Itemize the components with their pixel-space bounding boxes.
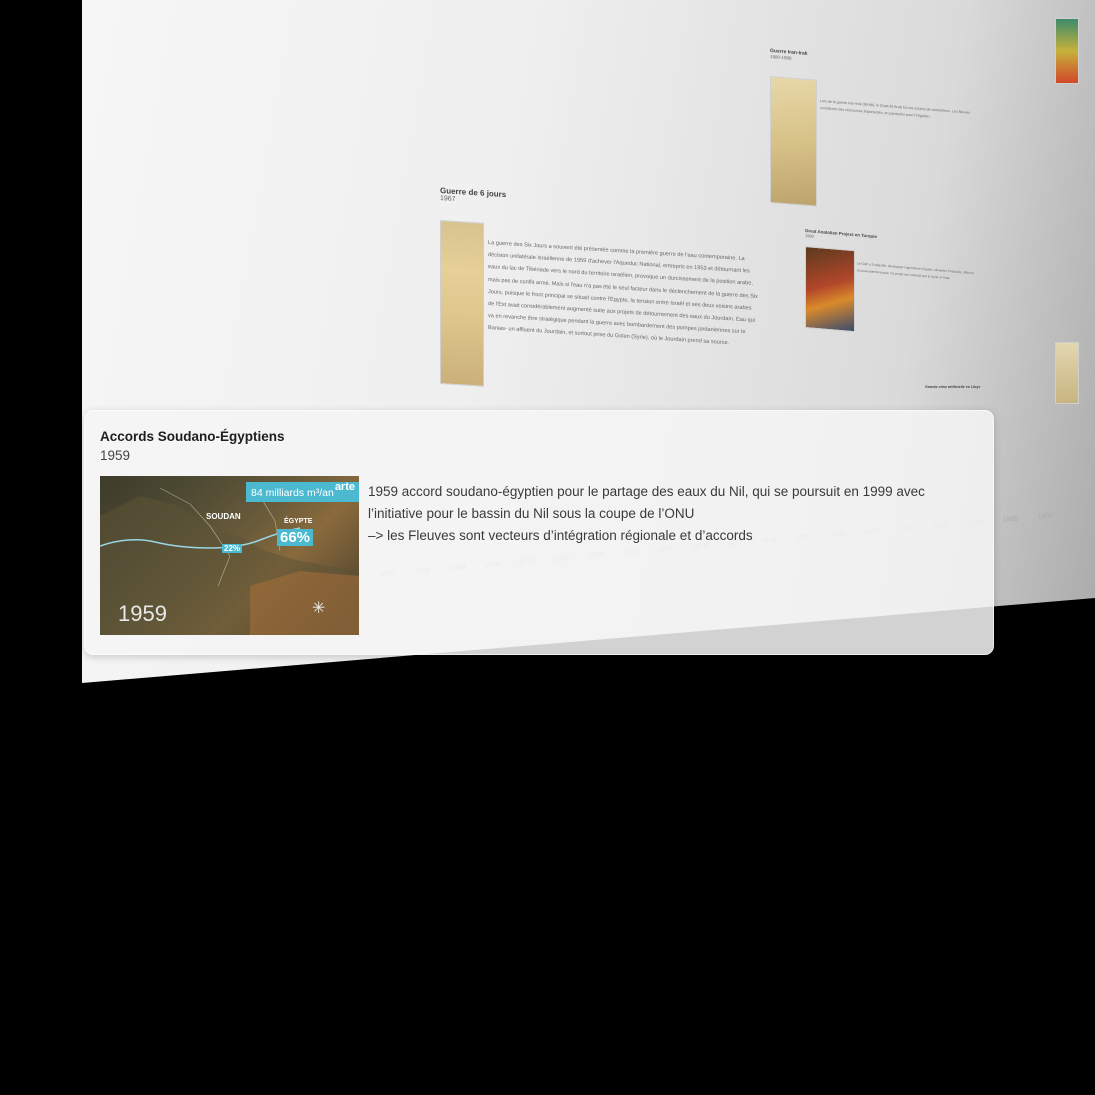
arte-logo: arte — [334, 481, 355, 493]
description-line: 1959 accord soudano-égyptien pour le par… — [368, 484, 925, 499]
event-card-iran-iraq-war[interactable]: Guerre Iran-Irak 1980-1988 Lors de la gu… — [770, 48, 990, 207]
event-title: Grande crise artificielle en Libye — [925, 385, 981, 389]
event-map-thumbnail[interactable] — [440, 220, 484, 387]
event-detail-popup[interactable]: Accords Soudano-Égyptiens 1959 84 millia… — [84, 410, 994, 655]
popup-date: 1959 — [100, 448, 131, 463]
event-description: Lors de la guerre Iran-Irak (80-88), le … — [820, 98, 971, 119]
event-card-gap-turkey[interactable]: Great Anatolian Project en Turquie 1983 … — [805, 228, 975, 333]
popup-title: Accords Soudano-Égyptiens — [100, 429, 285, 444]
event-map-thumbnail[interactable] — [770, 76, 817, 207]
event-map-thumbnail[interactable] — [805, 246, 855, 333]
timeline-year-label[interactable]: 1985 — [1003, 516, 1019, 524]
event-map-thumbnail[interactable] — [1055, 342, 1079, 404]
event-description: La guerre des Six Jours a souvent été pr… — [488, 240, 758, 347]
description-line: l’initiative pour le bassin du Nil sous … — [368, 506, 695, 521]
timeline-year-label[interactable]: 1986 — [1037, 513, 1053, 521]
egypt-share-badge: 66% — [277, 529, 314, 546]
event-card-small[interactable]: Grande crise artificielle en Libye — [925, 385, 985, 389]
video-thumbnail[interactable]: 84 milliards m³/an arte SOUDAN ÉGYPTE 66… — [100, 476, 359, 635]
media-year-caption: 1959 — [118, 601, 167, 626]
event-map-thumbnail[interactable] — [1055, 18, 1079, 84]
description-line: –> les Fleuves sont vecteurs d’intégrati… — [368, 528, 753, 543]
event-description: Le GAP a 3 objectifs: développer l'agric… — [857, 261, 974, 281]
popup-description: 1959 accord soudano-égyptien pour le par… — [368, 481, 973, 547]
map-label-egypt: ÉGYPTE — [284, 518, 313, 525]
event-card-six-days-war[interactable]: Guerre de 6 jours 1967 La guerre des Six… — [440, 186, 770, 387]
media-banner-text: 84 milliards m³/an — [251, 487, 334, 499]
event-card-far-right[interactable] — [1055, 0, 1095, 404]
media-banner: 84 milliards m³/an arte — [246, 481, 359, 502]
sudan-share-badge: 22% — [222, 544, 243, 553]
map-label-sudan: SOUDAN — [206, 512, 241, 521]
compass-icon: ✳ — [312, 600, 326, 617]
